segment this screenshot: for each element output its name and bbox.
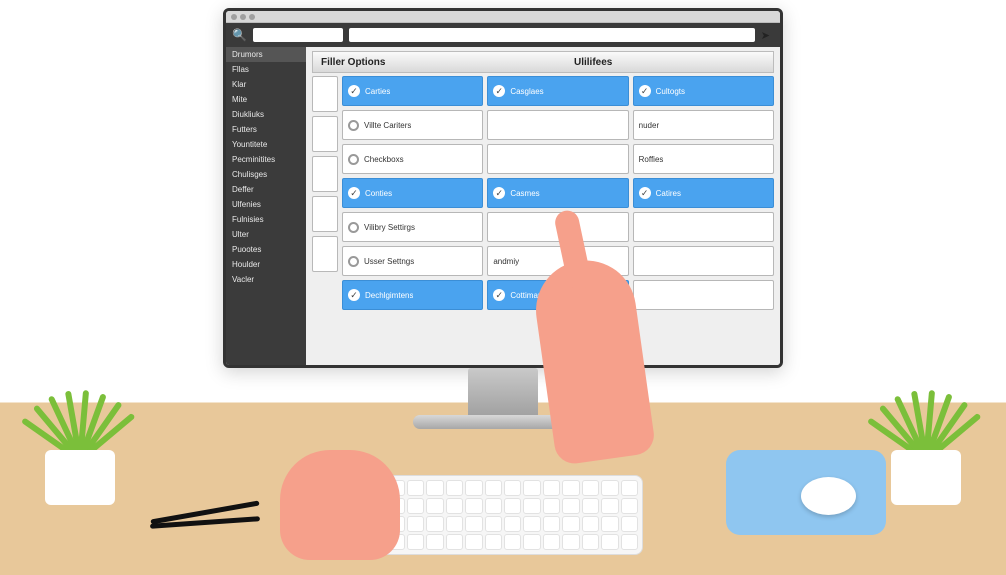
option-card[interactable]: Catires bbox=[633, 178, 774, 208]
sidebar-item[interactable]: Houlder bbox=[226, 257, 306, 272]
option-card[interactable]: nuder bbox=[633, 110, 774, 140]
option-label: andmiy bbox=[493, 257, 519, 266]
checkmark-icon[interactable] bbox=[639, 85, 651, 97]
traffic-light-icon[interactable] bbox=[231, 14, 237, 20]
option-card[interactable] bbox=[487, 212, 628, 242]
option-card[interactable]: Roffies bbox=[633, 144, 774, 174]
sidebar-item[interactable]: Diukliuks bbox=[226, 107, 306, 122]
traffic-light-icon[interactable] bbox=[240, 14, 246, 20]
checkmark-icon[interactable] bbox=[348, 85, 360, 97]
option-card[interactable]: Checkboxs bbox=[342, 144, 483, 174]
option-card[interactable]: Casmes bbox=[487, 178, 628, 208]
option-label: Carties bbox=[365, 87, 390, 96]
sidebar-item[interactable]: Fllas bbox=[226, 62, 306, 77]
option-card[interactable]: Usser Settngs bbox=[342, 246, 483, 276]
mouse-decoration bbox=[801, 477, 856, 515]
sidebar-item[interactable]: Futters bbox=[226, 122, 306, 137]
monitor: 🔍 ➤ DrumorsFllasKlarMiteDiukliuksFutters… bbox=[223, 8, 783, 368]
option-label: nuder bbox=[639, 121, 659, 130]
option-card[interactable]: Cultogts bbox=[633, 76, 774, 106]
option-card[interactable] bbox=[487, 110, 628, 140]
browser-toolbar: 🔍 ➤ bbox=[226, 23, 780, 47]
thumbnail[interactable] bbox=[312, 196, 338, 232]
option-card[interactable] bbox=[487, 144, 628, 174]
option-card[interactable]: andmiy bbox=[487, 246, 628, 276]
checkmark-icon[interactable] bbox=[493, 85, 505, 97]
thumbnail[interactable] bbox=[312, 236, 338, 272]
option-card[interactable]: Carties bbox=[342, 76, 483, 106]
radio-icon[interactable] bbox=[348, 256, 359, 267]
panel-header: Filler Options Ulilifees bbox=[312, 51, 774, 73]
thumbnail[interactable] bbox=[312, 76, 338, 112]
option-card[interactable]: Villte Cariters bbox=[342, 110, 483, 140]
sidebar-item[interactable]: Pecminitites bbox=[226, 152, 306, 167]
sidebar-item[interactable]: Mite bbox=[226, 92, 306, 107]
checkmark-icon[interactable] bbox=[493, 187, 505, 199]
checkmark-icon[interactable] bbox=[493, 289, 505, 301]
address-bar[interactable] bbox=[349, 28, 755, 42]
option-label: Usser Settngs bbox=[364, 257, 414, 266]
keyboard-decoration bbox=[363, 475, 643, 555]
sidebar-item[interactable]: Puootes bbox=[226, 242, 306, 257]
main-panel: Filler Options Ulilifees Carties Casglaes… bbox=[306, 47, 780, 365]
cursor-icon: ➤ bbox=[761, 29, 774, 42]
window-titlebar bbox=[226, 11, 780, 23]
option-card[interactable] bbox=[633, 212, 774, 242]
option-label: Cottimanies bbox=[510, 291, 552, 300]
option-label: Casmes bbox=[510, 189, 539, 198]
sidebar-item[interactable]: Vacler bbox=[226, 272, 306, 287]
thumbnail-column bbox=[312, 76, 338, 361]
sidebar-item[interactable]: Deffer bbox=[226, 182, 306, 197]
plant-decoration bbox=[20, 335, 140, 505]
checkmark-icon[interactable] bbox=[639, 187, 651, 199]
option-label: Cultogts bbox=[656, 87, 685, 96]
option-card[interactable]: Vilibry Settirgs bbox=[342, 212, 483, 242]
desk-scene: 🔍 ➤ DrumorsFllasKlarMiteDiukliuksFutters… bbox=[0, 0, 1006, 575]
checkmark-icon[interactable] bbox=[348, 289, 360, 301]
option-card[interactable]: Cottimanies bbox=[487, 280, 628, 310]
sidebar-item[interactable]: Fulnisies bbox=[226, 212, 306, 227]
option-label: Roffies bbox=[639, 155, 664, 164]
thumbnail[interactable] bbox=[312, 156, 338, 192]
sidebar-item[interactable]: Klar bbox=[226, 77, 306, 92]
option-card[interactable] bbox=[633, 280, 774, 310]
sidebar-item[interactable]: Ulfenies bbox=[226, 197, 306, 212]
radio-icon[interactable] bbox=[348, 120, 359, 131]
options-grid: Carties Casglaes Cultogts Villte Cariters nu… bbox=[312, 76, 774, 361]
monitor-base bbox=[413, 415, 593, 429]
thumbnail[interactable] bbox=[312, 116, 338, 152]
option-label: Dechlgimtens bbox=[365, 291, 413, 300]
cards-grid: Carties Casglaes Cultogts Villte Cariters nu… bbox=[342, 76, 774, 361]
sidebar-item[interactable]: Ulter bbox=[226, 227, 306, 242]
radio-icon[interactable] bbox=[348, 222, 359, 233]
option-label: Casglaes bbox=[510, 87, 543, 96]
address-bar-short[interactable] bbox=[253, 28, 343, 42]
option-card[interactable]: Casglaes bbox=[487, 76, 628, 106]
option-label: Villte Cariters bbox=[364, 121, 411, 130]
traffic-light-icon[interactable] bbox=[249, 14, 255, 20]
pens-decoration bbox=[150, 510, 270, 520]
option-label: Catires bbox=[656, 189, 681, 198]
sidebar: DrumorsFllasKlarMiteDiukliuksFuttersYoun… bbox=[226, 47, 306, 365]
panel-title-right: Ulilifees bbox=[566, 57, 773, 68]
app-body: DrumorsFllasKlarMiteDiukliuksFuttersYoun… bbox=[226, 47, 780, 365]
option-card[interactable]: Conties bbox=[342, 178, 483, 208]
panel-title-left: Filler Options bbox=[313, 57, 566, 68]
radio-icon[interactable] bbox=[348, 154, 359, 165]
option-card[interactable] bbox=[633, 246, 774, 276]
option-label: Checkboxs bbox=[364, 155, 404, 164]
sidebar-item[interactable]: Drumors bbox=[226, 47, 306, 62]
option-card[interactable]: Dechlgimtens bbox=[342, 280, 483, 310]
sidebar-item[interactable]: Chulisges bbox=[226, 167, 306, 182]
sidebar-item[interactable]: Yountitete bbox=[226, 137, 306, 152]
option-label: Conties bbox=[365, 189, 392, 198]
search-icon[interactable]: 🔍 bbox=[232, 28, 247, 42]
option-label: Vilibry Settirgs bbox=[364, 223, 415, 232]
checkmark-icon[interactable] bbox=[348, 187, 360, 199]
